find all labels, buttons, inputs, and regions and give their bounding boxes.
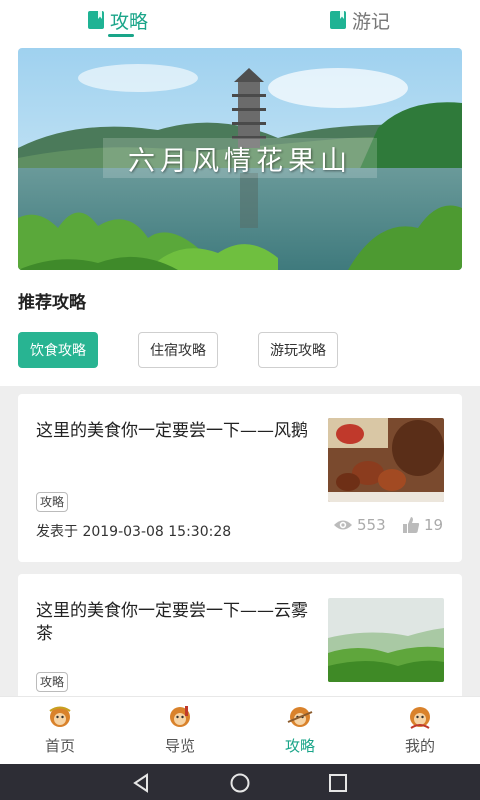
section-title: 推荐攻略 bbox=[18, 293, 86, 313]
article-views: 553 bbox=[333, 516, 386, 534]
filter-food[interactable]: 饮食攻略 bbox=[18, 332, 98, 368]
nav-profile[interactable]: 我的 bbox=[380, 697, 460, 765]
article-card[interactable]: 这里的美食你一定要尝一下——云雾茶 攻略 bbox=[18, 574, 462, 704]
filter-lodging[interactable]: 住宿攻略 bbox=[138, 332, 218, 368]
nav-strategy[interactable]: 攻略 bbox=[260, 697, 340, 765]
article-thumbnail bbox=[328, 598, 444, 682]
monkey-king-icon bbox=[410, 707, 430, 729]
article-card[interactable]: 这里的美食你一定要尝一下——风鹅 攻略 发表于 2019-03-08 15:30… bbox=[18, 394, 462, 562]
tab-travel-notes-label: 游记 bbox=[352, 10, 391, 33]
nav-profile-label: 我的 bbox=[404, 737, 435, 755]
article-title: 这里的美食你一定要尝一下——云雾茶 bbox=[36, 601, 308, 644]
nav-strategy-label: 攻略 bbox=[284, 737, 315, 755]
book-icon bbox=[330, 11, 346, 29]
banner-carousel[interactable]: 六月风情花果山 bbox=[18, 48, 462, 270]
nav-guide[interactable]: 导览 bbox=[140, 697, 220, 765]
filter-sightseeing[interactable]: 游玩攻略 bbox=[258, 332, 338, 368]
article-list: 这里的美食你一定要尝一下——风鹅 攻略 发表于 2019-03-08 15:30… bbox=[0, 386, 480, 704]
monkey-king-icon bbox=[287, 707, 313, 727]
bottom-nav: 首页 导览 攻略 我的 bbox=[0, 696, 480, 764]
article-tag: 攻略 bbox=[36, 492, 69, 512]
banner-caption: 六月风情花果山 bbox=[103, 138, 377, 178]
likes-count: 19 bbox=[424, 516, 444, 534]
monkey-king-icon bbox=[170, 706, 190, 727]
nav-home-label: 首页 bbox=[44, 737, 75, 755]
active-tab-indicator bbox=[108, 34, 134, 37]
eye-icon bbox=[334, 520, 352, 530]
home-icon[interactable] bbox=[229, 772, 251, 794]
views-count: 553 bbox=[357, 516, 386, 534]
article-tag: 攻略 bbox=[36, 672, 69, 692]
nav-guide-label: 导览 bbox=[164, 737, 195, 755]
article-thumbnail bbox=[328, 418, 444, 502]
recents-icon[interactable] bbox=[327, 772, 349, 794]
article-date: 发表于 2019-03-08 15:30:28 bbox=[36, 524, 232, 540]
top-tab-bar: 攻略 游记 bbox=[0, 0, 480, 44]
article-title: 这里的美食你一定要尝一下——风鹅 bbox=[36, 421, 308, 441]
book-icon bbox=[88, 11, 104, 29]
back-icon[interactable] bbox=[130, 772, 152, 794]
article-likes[interactable]: 19 bbox=[402, 516, 443, 534]
tab-travel-notes[interactable]: 游记 bbox=[330, 0, 390, 40]
monkey-king-icon bbox=[49, 706, 71, 727]
nav-home[interactable]: 首页 bbox=[20, 697, 100, 765]
system-navigation-bar bbox=[0, 764, 480, 800]
tab-strategy-label: 攻略 bbox=[110, 10, 149, 33]
thumbs-up-icon bbox=[403, 517, 420, 533]
